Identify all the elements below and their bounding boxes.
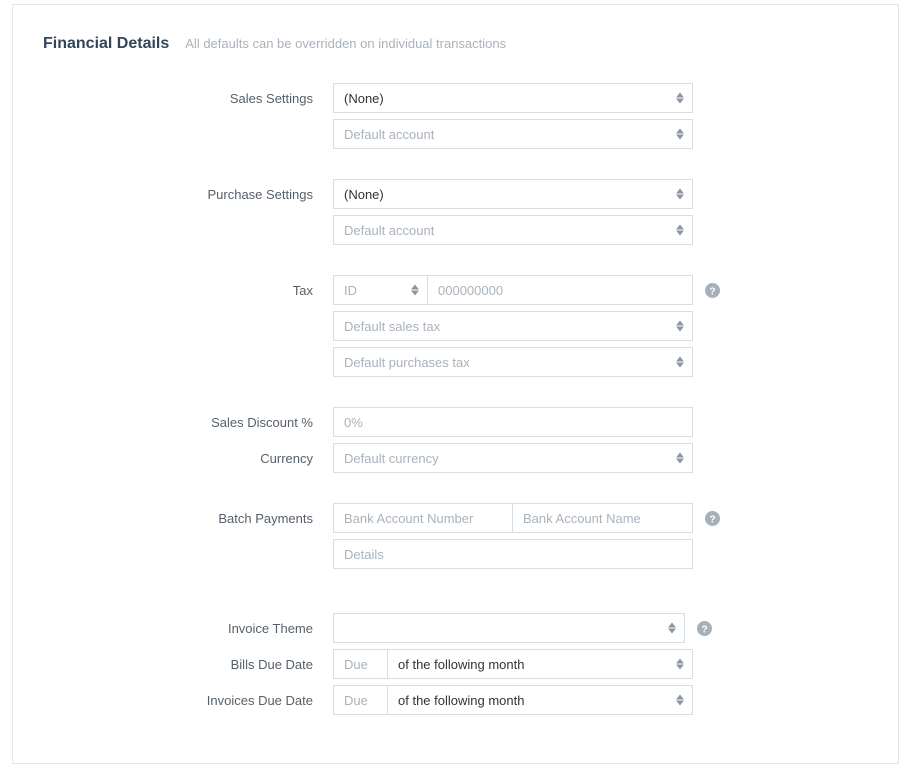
chevron-updown-icon xyxy=(411,285,419,296)
chevron-updown-icon xyxy=(676,321,684,332)
bills-due-period-value: of the following month xyxy=(398,657,524,672)
currency-select[interactable]: Default currency xyxy=(333,443,693,473)
invoices-due-period-select[interactable]: of the following month xyxy=(388,685,693,715)
label-sales-discount: Sales Discount % xyxy=(33,415,333,430)
currency-placeholder: Default currency xyxy=(344,451,439,466)
sales-discount-input[interactable] xyxy=(333,407,693,437)
label-bills-due-date: Bills Due Date xyxy=(33,657,333,672)
financial-form: Sales Settings (None) Default account xyxy=(33,83,878,715)
label-currency: Currency xyxy=(33,451,333,466)
default-purchases-tax-placeholder: Default purchases tax xyxy=(344,355,470,370)
batch-details-input[interactable] xyxy=(333,539,693,569)
label-sales-settings: Sales Settings xyxy=(33,91,333,106)
sales-default-account-select[interactable]: Default account xyxy=(333,119,693,149)
help-icon[interactable]: ? xyxy=(703,281,721,299)
help-icon[interactable]: ? xyxy=(695,619,713,637)
help-icon[interactable]: ? xyxy=(703,509,721,527)
label-batch-payments: Batch Payments xyxy=(33,511,333,526)
section-title: Financial Details xyxy=(43,35,169,53)
default-sales-tax-select[interactable]: Default sales tax xyxy=(333,311,693,341)
chevron-updown-icon xyxy=(676,189,684,200)
label-purchase-settings: Purchase Settings xyxy=(33,187,333,202)
chevron-updown-icon xyxy=(676,93,684,104)
tax-id-type-value: ID xyxy=(344,283,357,298)
chevron-updown-icon xyxy=(676,453,684,464)
invoices-due-day-input[interactable] xyxy=(333,685,388,715)
sales-tax-type-select[interactable]: (None) xyxy=(333,83,693,113)
chevron-updown-icon xyxy=(668,623,676,634)
label-tax: Tax xyxy=(33,283,333,298)
chevron-updown-icon xyxy=(676,129,684,140)
purchase-default-account-placeholder: Default account xyxy=(344,223,434,238)
chevron-updown-icon xyxy=(676,695,684,706)
invoice-theme-select[interactable] xyxy=(333,613,685,643)
purchase-default-account-select[interactable]: Default account xyxy=(333,215,693,245)
svg-text:?: ? xyxy=(709,514,715,525)
purchase-tax-type-select[interactable]: (None) xyxy=(333,179,693,209)
bills-due-day-input[interactable] xyxy=(333,649,388,679)
svg-text:?: ? xyxy=(709,286,715,297)
tax-id-number-input[interactable] xyxy=(428,275,693,305)
label-invoices-due-date: Invoices Due Date xyxy=(33,693,333,708)
section-subtitle: All defaults can be overridden on indivi… xyxy=(185,36,506,51)
bills-due-period-select[interactable]: of the following month xyxy=(388,649,693,679)
chevron-updown-icon xyxy=(676,357,684,368)
chevron-updown-icon xyxy=(676,659,684,670)
sales-tax-type-value: (None) xyxy=(344,91,384,106)
default-sales-tax-placeholder: Default sales tax xyxy=(344,319,440,334)
invoices-due-period-value: of the following month xyxy=(398,693,524,708)
purchase-tax-type-value: (None) xyxy=(344,187,384,202)
chevron-updown-icon xyxy=(676,225,684,236)
svg-text:?: ? xyxy=(701,624,707,635)
tax-id-type-select[interactable]: ID xyxy=(333,275,428,305)
sales-default-account-placeholder: Default account xyxy=(344,127,434,142)
bank-account-name-input[interactable] xyxy=(513,503,693,533)
financial-details-panel: Financial Details All defaults can be ov… xyxy=(12,4,899,764)
section-header: Financial Details All defaults can be ov… xyxy=(43,35,878,53)
bank-account-number-input[interactable] xyxy=(333,503,513,533)
default-purchases-tax-select[interactable]: Default purchases tax xyxy=(333,347,693,377)
label-invoice-theme: Invoice Theme xyxy=(33,621,333,636)
